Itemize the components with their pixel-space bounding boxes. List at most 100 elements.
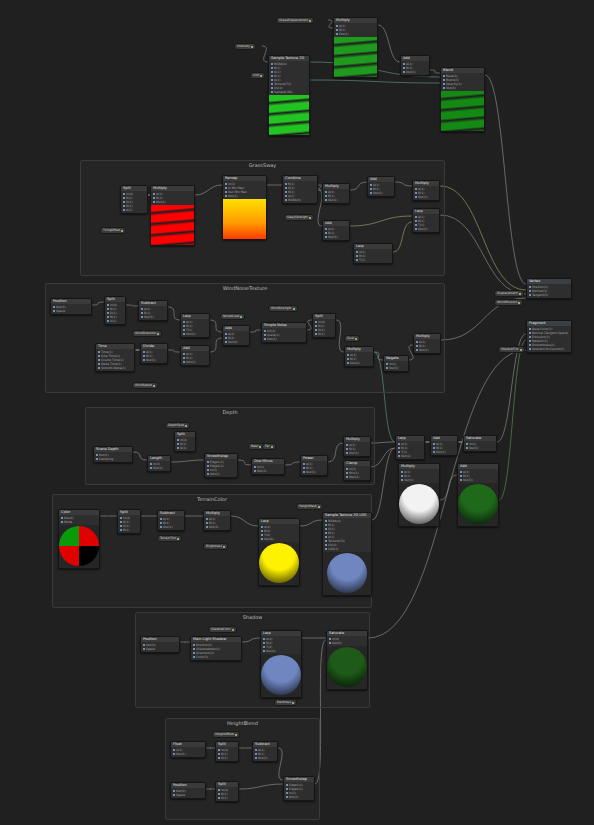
node-port[interactable]: A(1) [356, 250, 390, 254]
port-dot[interactable] [160, 518, 162, 520]
node-port[interactable]: RGBA(4) [285, 198, 315, 202]
port-dot[interactable] [160, 526, 162, 528]
node-port[interactable]: R(1) [218, 792, 236, 796]
node-port[interactable]: In(3) [150, 462, 168, 466]
port-dot[interactable] [98, 355, 100, 357]
property-node[interactable]: Gust [344, 335, 360, 342]
node-port[interactable]: B(1) [107, 315, 123, 319]
port-dot[interactable] [240, 316, 242, 318]
wire[interactable] [485, 75, 526, 284]
port-dot[interactable] [98, 367, 100, 369]
node-port[interactable]: Out(4) [329, 641, 365, 645]
port-dot[interactable] [153, 385, 155, 387]
port-dot[interactable] [460, 479, 462, 481]
node-port[interactable]: X(1) [173, 748, 203, 752]
node-port[interactable]: Out(1) [207, 472, 235, 476]
port-dot[interactable] [303, 463, 305, 465]
port-dot[interactable] [173, 749, 175, 751]
port-dot[interactable] [263, 638, 265, 640]
shader-node[interactable]: SmoothstepEdge1(1)Edge2(1)In(1)Out(1) [283, 776, 315, 801]
port-dot[interactable] [173, 790, 175, 792]
port-dot[interactable] [460, 471, 462, 473]
wire[interactable] [430, 70, 440, 73]
port-dot[interactable] [218, 749, 220, 751]
node-port[interactable]: Texture(T2) [271, 82, 307, 86]
port-dot[interactable] [443, 75, 445, 77]
port-dot[interactable] [153, 201, 155, 203]
node-port[interactable]: A(2) [225, 332, 247, 336]
node-port[interactable]: Out(1) [370, 191, 392, 195]
port-dot[interactable] [443, 79, 445, 81]
node-port[interactable]: Out(1) [206, 525, 228, 529]
node-port[interactable]: A(1) [415, 187, 437, 191]
port-dot[interactable] [336, 25, 338, 27]
port-dot[interactable] [386, 367, 388, 369]
wire[interactable] [310, 80, 440, 83]
node-port[interactable]: A(1) [398, 442, 422, 446]
port-dot[interactable] [121, 230, 123, 232]
node-port[interactable]: In(1) [286, 791, 312, 795]
node-port[interactable]: A(1) [346, 443, 368, 447]
node-port[interactable]: A(1) [160, 517, 182, 521]
port-dot[interactable] [173, 794, 175, 796]
node-port[interactable]: Out(1) [303, 470, 325, 474]
node-port[interactable]: In(1) [466, 442, 494, 446]
node-port[interactable]: UV(2) [325, 543, 369, 547]
shader-node[interactable]: MultiplyA(1)B(1)Out(1) [203, 510, 231, 531]
port-dot[interactable] [325, 524, 327, 526]
port-dot[interactable] [206, 518, 208, 520]
port-dot[interactable] [143, 644, 145, 646]
port-dot[interactable] [183, 361, 185, 363]
port-dot[interactable] [150, 467, 152, 469]
node-port[interactable]: LOD(1) [325, 547, 369, 551]
property-node[interactable]: Far [262, 443, 276, 450]
port-dot[interactable] [403, 67, 405, 69]
port-dot[interactable] [415, 228, 417, 230]
wire[interactable] [378, 25, 400, 62]
node-port[interactable]: B(4) [261, 529, 297, 533]
port-dot[interactable] [416, 345, 418, 347]
port-dot[interactable] [255, 757, 257, 759]
port-dot[interactable] [303, 471, 305, 473]
port-dot[interactable] [218, 757, 220, 759]
node-port[interactable]: Out(1) [346, 451, 368, 455]
port-dot[interactable] [271, 79, 273, 81]
port-dot[interactable] [433, 451, 435, 453]
port-dot[interactable] [218, 797, 220, 799]
shader-node[interactable]: ColorOut(4)Mode [58, 509, 100, 569]
node-port[interactable]: A(4) [263, 637, 299, 641]
node-port[interactable]: Out(1) [264, 337, 304, 341]
shader-node[interactable]: MultiplyA(1)B(1)Out(1) [398, 463, 440, 527]
node-port[interactable]: Out(3) [443, 86, 482, 90]
node-port[interactable]: Out(1) [347, 361, 371, 365]
node-port[interactable]: B(1) [325, 531, 369, 535]
node-port[interactable]: A(1) [325, 190, 347, 194]
port-dot[interactable] [401, 471, 403, 473]
port-dot[interactable] [329, 642, 331, 644]
port-dot[interactable] [356, 259, 358, 261]
port-dot[interactable] [123, 209, 125, 211]
port-dot[interactable] [315, 325, 317, 327]
port-dot[interactable] [96, 454, 98, 456]
node-port[interactable]: RGBA(4) [271, 62, 307, 66]
port-dot[interactable] [123, 201, 125, 203]
node-port[interactable]: Metallic(1) [529, 339, 569, 343]
node-port[interactable]: Position(3) [193, 643, 239, 647]
node-port[interactable]: Out(3) [460, 478, 496, 482]
node-port[interactable]: Out(1) [225, 194, 264, 198]
port-dot[interactable] [401, 479, 403, 481]
node-port[interactable]: A(1) [403, 62, 427, 66]
node-port[interactable]: Out(1) [286, 795, 312, 799]
node-port[interactable]: Max(1) [346, 475, 368, 479]
node-port[interactable]: Out(2) [225, 340, 247, 344]
node-port[interactable]: A(1) [401, 470, 437, 474]
port-dot[interactable] [271, 63, 273, 65]
node-port[interactable]: B(1) [123, 204, 145, 208]
port-dot[interactable] [529, 344, 531, 346]
shader-node[interactable]: MultiplyA(1)B(1)Out(1) [343, 436, 371, 457]
port-dot[interactable] [183, 333, 185, 335]
node-port[interactable]: Smooth Delta(1) [98, 366, 132, 370]
port-dot[interactable] [329, 638, 331, 640]
port-dot[interactable] [207, 473, 209, 475]
node-port[interactable]: B(1) [120, 528, 138, 532]
